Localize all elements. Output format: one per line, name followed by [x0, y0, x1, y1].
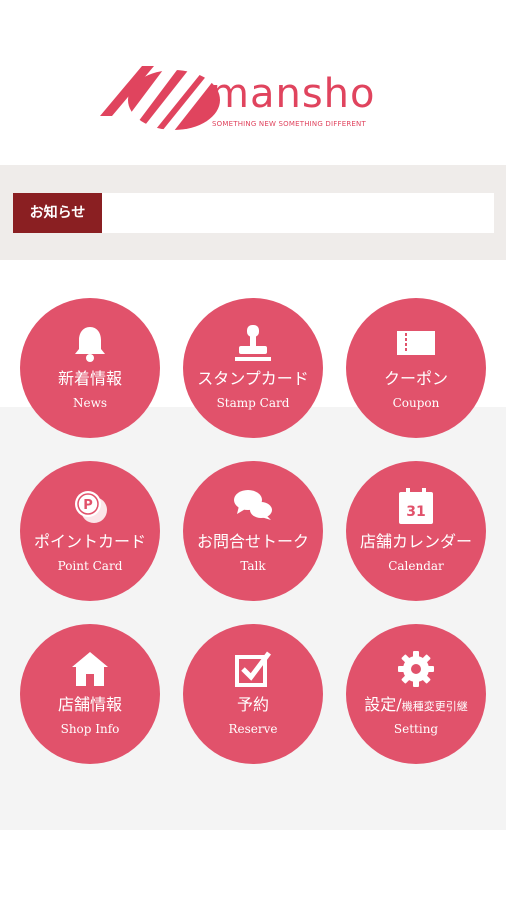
bell-icon: [75, 327, 105, 362]
stamp-icon: [235, 325, 271, 361]
menu-label-en: Calendar: [388, 559, 444, 573]
menu-button-stamp-card[interactable]: スタンプカード Stamp Card: [183, 298, 323, 438]
menu-label-jp: クーポン: [383, 369, 448, 388]
menu-label-en: Coupon: [392, 396, 440, 410]
menu-label-jp: 設定/機種変更引継: [364, 695, 468, 714]
menu-label-jp: ポイントカード: [33, 532, 146, 551]
menu-label-jp: 新着情報: [57, 369, 122, 388]
menu-label-en: News: [72, 396, 108, 410]
svg-text:31: 31: [406, 504, 425, 520]
menu-label-en: Shop Info: [60, 722, 120, 736]
menu-label-en: Talk: [240, 559, 266, 573]
menu-button-coupon[interactable]: クーポン Coupon: [346, 298, 486, 438]
menu-label-en: Stamp Card: [216, 396, 290, 410]
menu-button-talk[interactable]: お問合せトーク Talk: [183, 461, 323, 601]
menu-label-en: Point Card: [57, 559, 123, 573]
menu-button-news[interactable]: 新着情報 News: [20, 298, 160, 438]
app-header: mansho SOMETHING NEW SOMETHING DIFFERENT: [0, 0, 506, 165]
menu-button-calendar[interactable]: 31 店舗カレンダー Calendar: [346, 461, 486, 601]
house-icon: [72, 652, 108, 686]
chat-bubbles-icon: [234, 490, 272, 520]
news-label: お知らせ: [13, 193, 102, 233]
menu-button-point-card[interactable]: P ポイントカード Point Card: [20, 461, 160, 601]
menu-button-shop-info[interactable]: 店舗情報 Shop Info: [20, 624, 160, 764]
brand-tagline: SOMETHING NEW SOMETHING DIFFERENT: [212, 120, 366, 128]
menu-label-jp: 店舗情報: [57, 695, 122, 714]
menu-label-jp: お問合せトーク: [196, 532, 309, 551]
brand-wordmark: mansho: [210, 71, 376, 117]
menu-button-setting[interactable]: 設定/機種変更引継 Setting: [346, 624, 486, 764]
ticket-icon: [397, 331, 435, 355]
point-coin-icon: P: [75, 491, 107, 523]
menu-label-en: Reserve: [228, 722, 278, 736]
checkbox-icon: [235, 651, 271, 687]
svg-text:P: P: [83, 498, 93, 513]
gear-icon: [398, 651, 434, 687]
menu-label-en: Setting: [393, 722, 439, 736]
menu-button-reserve[interactable]: 予約 Reserve: [183, 624, 323, 764]
calendar-icon: 31: [399, 488, 433, 524]
menu-label-jp: スタンプカード: [197, 369, 309, 388]
menu-label-jp: 予約: [236, 695, 269, 714]
menu-label-jp: 店舗カレンダー: [359, 532, 472, 551]
